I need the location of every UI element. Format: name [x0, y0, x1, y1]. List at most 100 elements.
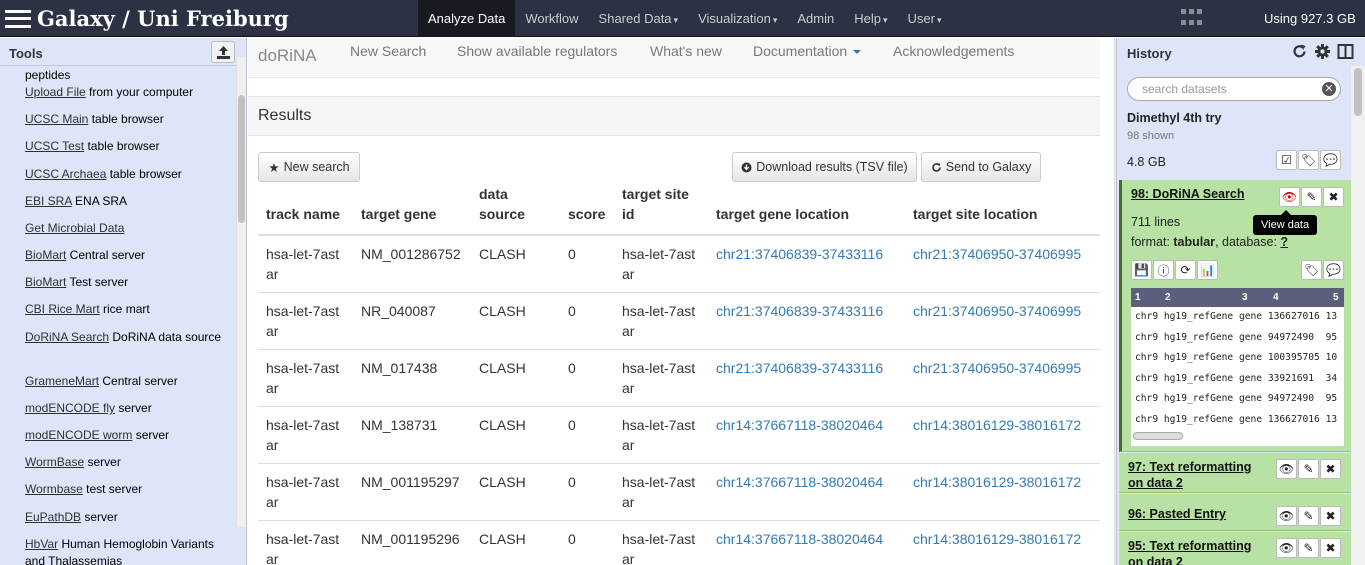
tool-link[interactable]: modENCODE worm [25, 428, 132, 442]
tool-item[interactable]: EBI SRA ENA SRA [25, 193, 225, 210]
nav-user[interactable]: User ▾ [898, 0, 952, 37]
history-tags-button[interactable]: 🏷 [1298, 150, 1319, 170]
view-data-button[interactable]: 👁 [1276, 506, 1297, 526]
visualize-button[interactable]: 📊 [1197, 260, 1218, 280]
tool-link[interactable]: BioMart [25, 275, 66, 289]
tool-item[interactable]: UCSC Archaea table browser [25, 166, 225, 183]
gear-icon[interactable] [1314, 43, 1331, 60]
column-header[interactable]: data source [471, 184, 560, 236]
tool-panel-scrollbar[interactable] [236, 57, 246, 527]
genome-location-link[interactable]: chr14:37667118-38020464 [716, 474, 883, 490]
nav-analyze-data[interactable]: Analyze Data [418, 0, 516, 37]
tool-item[interactable]: peptides [25, 67, 225, 84]
columns-icon[interactable] [1337, 43, 1354, 60]
delete-button[interactable]: ✖ [1323, 187, 1344, 207]
genome-location-link[interactable]: chr14:37667118-38020464 [716, 531, 883, 547]
new-search-button[interactable]: ★ New search [258, 152, 360, 182]
history-scrollbar[interactable] [1351, 66, 1365, 565]
tool-item[interactable]: Upload File from your computer [25, 84, 225, 101]
tool-link[interactable]: Wormbase [25, 482, 83, 496]
tool-item[interactable]: UCSC Test table browser [25, 138, 225, 155]
tool-link[interactable]: EBI SRA [25, 194, 72, 208]
tool-link[interactable]: HbVar [25, 537, 58, 551]
scroll-thumb[interactable] [238, 95, 245, 223]
tool-item[interactable]: DoRiNA Search DoRiNA data source [25, 329, 225, 346]
dataset-tags-button[interactable]: 🏷 [1301, 260, 1322, 280]
clear-search-icon[interactable]: ✕ [1322, 82, 1336, 96]
dataset-title[interactable]: 97: Text reformatting on data 2 [1128, 459, 1268, 491]
nav-show-regulators[interactable]: Show available regulators [457, 38, 617, 65]
tool-item[interactable]: WormBase server [25, 454, 225, 471]
tool-item[interactable]: Get Microbial Data [25, 220, 225, 237]
tool-link[interactable]: modENCODE fly [25, 401, 115, 415]
delete-button[interactable]: ✖ [1320, 459, 1341, 479]
tool-link[interactable]: UCSC Archaea [25, 167, 106, 181]
nav-shared-data[interactable]: Shared Data ▾ [589, 0, 689, 37]
download-results-button[interactable]: Download results (TSV file) [732, 152, 917, 182]
edit-attributes-button[interactable]: ✎ [1301, 187, 1322, 207]
genome-location-link[interactable]: chr14:38016129-38016172 [913, 474, 1081, 490]
edit-attributes-button[interactable]: ✎ [1298, 538, 1319, 558]
genome-location-link[interactable]: chr14:38016129-38016172 [913, 417, 1081, 433]
peek-scrollbar[interactable] [1133, 432, 1183, 440]
tool-item[interactable]: GrameneMart Central server [25, 373, 225, 390]
edit-attributes-button[interactable]: ✎ [1298, 506, 1319, 526]
tool-item[interactable]: Wormbase test server [25, 481, 225, 498]
tool-item[interactable]: UCSC Main table browser [25, 111, 225, 128]
tool-link[interactable]: Get Microbial Data [25, 221, 124, 235]
database-value[interactable]: ? [1280, 235, 1288, 249]
genome-location-link[interactable]: chr21:37406839-37433116 [716, 246, 883, 262]
view-data-button[interactable]: 👁 [1279, 187, 1300, 207]
view-data-button[interactable]: 👁 [1276, 459, 1297, 479]
column-header[interactable]: target site id [614, 184, 708, 236]
dorina-brand[interactable]: doRiNA [258, 42, 317, 69]
nav-help[interactable]: Help ▾ [844, 0, 897, 37]
upload-button[interactable] [211, 41, 235, 63]
download-dataset-button[interactable]: 💾 [1131, 260, 1152, 280]
tool-link[interactable]: DoRiNA Search [25, 330, 109, 344]
send-to-galaxy-button[interactable]: Send to Galaxy [921, 152, 1041, 182]
nav-documentation[interactable]: Documentation [753, 38, 862, 65]
nav-whats-new[interactable]: What's new [650, 38, 722, 65]
tool-link[interactable]: WormBase [25, 455, 84, 469]
tool-item[interactable]: HbVar Human Hemoglobin Variants and Thal… [25, 536, 225, 565]
apps-grid-icon[interactable] [1181, 9, 1202, 28]
tool-link[interactable]: Upload File [25, 85, 86, 99]
genome-location-link[interactable]: chr21:37406950-37406995 [913, 303, 1081, 319]
view-data-button[interactable]: 👁 [1276, 538, 1297, 558]
column-header[interactable]: target gene location [708, 184, 905, 236]
tool-item[interactable]: modENCODE fly server [25, 400, 225, 417]
refresh-history-icon[interactable] [1291, 43, 1308, 60]
column-header[interactable]: target gene [353, 184, 471, 236]
genome-location-link[interactable]: chr14:37667118-38020464 [716, 417, 883, 433]
dataset-annotation-button[interactable]: 💬 [1323, 260, 1344, 280]
history-annotation-button[interactable]: 💬 [1320, 150, 1341, 170]
tool-link[interactable]: EuPathDB [25, 510, 81, 524]
genome-location-link[interactable]: chr21:37406950-37406995 [913, 246, 1081, 262]
rerun-button[interactable]: ⟳ [1175, 260, 1196, 280]
edit-attributes-button[interactable]: ✎ [1298, 459, 1319, 479]
nav-new-search[interactable]: New Search [350, 38, 426, 65]
column-header[interactable]: score [560, 184, 614, 236]
delete-button[interactable]: ✖ [1320, 506, 1341, 526]
tool-link[interactable]: CBI Rice Mart [25, 302, 100, 316]
nav-visualization[interactable]: Visualization ▾ [688, 0, 787, 37]
tool-item[interactable]: modENCODE worm server [25, 427, 225, 444]
genome-location-link[interactable]: chr14:38016129-38016172 [913, 531, 1081, 547]
column-header[interactable]: target site location [905, 184, 1100, 236]
genome-location-link[interactable]: chr21:37406839-37433116 [716, 303, 883, 319]
tool-item[interactable]: BioMart Central server [25, 247, 225, 264]
dataset-title[interactable]: 98: DoRiNA Search [1131, 186, 1244, 202]
nav-admin[interactable]: Admin [787, 0, 844, 37]
tool-item[interactable]: BioMart Test server [25, 274, 225, 291]
dataset-title[interactable]: 95: Text reformatting on data 2 [1128, 538, 1268, 565]
nav-workflow[interactable]: Workflow [515, 0, 588, 37]
tool-item[interactable]: CBI Rice Mart rice mart [25, 301, 225, 318]
delete-button[interactable]: ✖ [1320, 538, 1341, 558]
history-name[interactable]: Dimethyl 4th try [1127, 111, 1221, 125]
search-datasets-input[interactable]: search datasets ✕ [1127, 77, 1341, 101]
tool-link[interactable]: UCSC Test [25, 139, 84, 153]
dataset-details-button[interactable]: ⓘ [1153, 260, 1174, 280]
genome-location-link[interactable]: chr21:37406950-37406995 [913, 360, 1081, 376]
tool-item[interactable]: EuPathDB server [25, 509, 225, 526]
